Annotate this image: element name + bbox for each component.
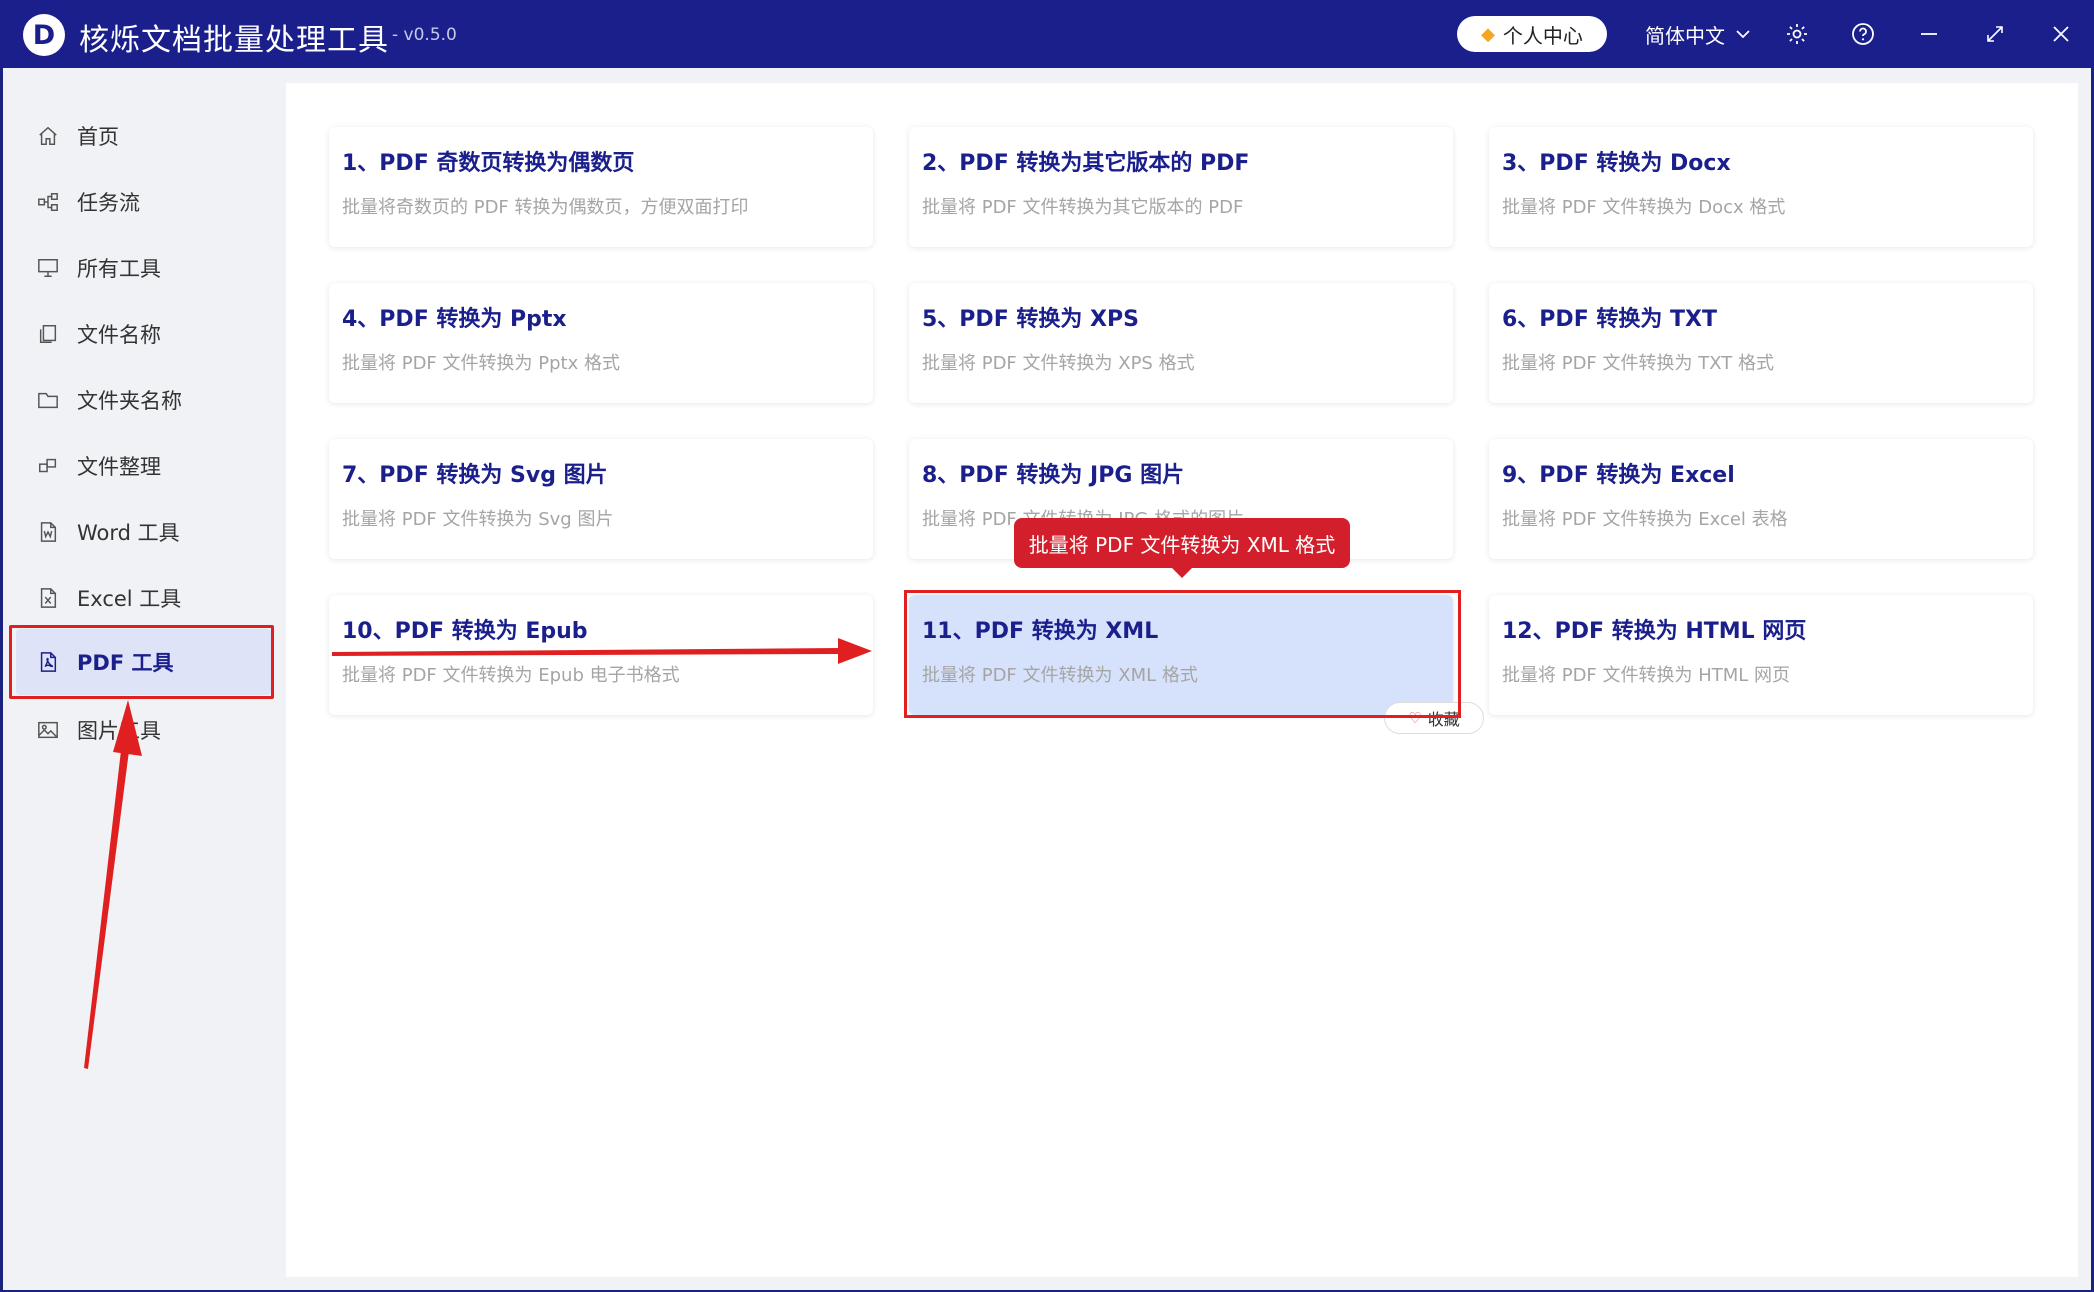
tool-card-pdf-version[interactable]: 2、PDF 转换为其它版本的 PDF 批量将 PDF 文件转换为其它版本的 PD… (909, 127, 1453, 247)
tool-card-pdf-to-excel[interactable]: 9、PDF 转换为 Excel 批量将 PDF 文件转换为 Excel 表格 (1489, 439, 2033, 559)
sidebar-item-all-tools[interactable]: 所有工具 (37, 248, 267, 288)
tool-card-description: 批量将 PDF 文件转换为 HTML 网页 (1502, 665, 1791, 686)
app-logo: D (23, 14, 65, 56)
tool-card-pdf-to-txt[interactable]: 6、PDF 转换为 TXT 批量将 PDF 文件转换为 TXT 格式 (1489, 283, 2033, 403)
sidebar-item-excel-tools[interactable]: Excel 工具 (37, 578, 267, 618)
sidebar-item-image-tools[interactable]: 图片工具 (37, 710, 267, 750)
sidebar-item-home[interactable]: 首页 (37, 116, 267, 156)
maximize-icon[interactable] (1977, 16, 2013, 52)
chevron-down-icon (1735, 23, 1751, 47)
monitor-icon (38, 259, 58, 277)
title-bar: D 核烁文档批量处理工具 - v0.5.0 ◆ 个人中心 简体中文 (0, 0, 2094, 68)
diamond-icon: ◆ (1481, 23, 1495, 45)
close-icon[interactable] (2043, 16, 2079, 52)
word-file-icon (40, 522, 57, 542)
organize-icon (39, 458, 57, 473)
annotation-box-sidebar (9, 625, 274, 699)
annotation-box-card (904, 590, 1461, 718)
image-icon (38, 721, 58, 739)
sidebar-item-label: 文件夹名称 (77, 389, 182, 413)
sidebar-item-label: 图片工具 (77, 719, 161, 743)
excel-file-icon (40, 588, 57, 608)
sidebar-item-file-organize[interactable]: 文件整理 (37, 446, 267, 486)
tool-card-title: 1、PDF 奇数页转换为偶数页 (342, 151, 635, 176)
sidebar-item-file-name[interactable]: 文件名称 (37, 314, 267, 354)
sidebar-item-taskflow[interactable]: 任务流 (37, 182, 267, 222)
user-center-label: 个人中心 (1502, 23, 1583, 48)
sidebar-item-label: 首页 (77, 125, 119, 149)
tool-card-description: 批量将 PDF 文件转换为 TXT 格式 (1502, 353, 1774, 374)
tool-card-pdf-to-epub[interactable]: 10、PDF 转换为 Epub 批量将 PDF 文件转换为 Epub 电子书格式 (329, 595, 873, 715)
tool-tooltip: 批量将 PDF 文件转换为 XML 格式 (1014, 518, 1350, 578)
tool-card-description: 批量将奇数页的 PDF 转换为偶数页，方便双面打印 (342, 197, 749, 218)
tool-card-title: 3、PDF 转换为 Docx (1502, 151, 1731, 176)
tool-card-pdf-to-pptx[interactable]: 4、PDF 转换为 Pptx 批量将 PDF 文件转换为 Pptx 格式 (329, 283, 873, 403)
user-center-button[interactable]: ◆ 个人中心 (1457, 16, 1607, 52)
tool-card-pdf-to-xps[interactable]: 5、PDF 转换为 XPS 批量将 PDF 文件转换为 XPS 格式 (909, 283, 1453, 403)
help-icon[interactable] (1845, 16, 1881, 52)
sidebar-item-label: 所有工具 (77, 257, 161, 281)
tool-card-title: 2、PDF 转换为其它版本的 PDF (922, 151, 1250, 176)
sidebar-item-word-tools[interactable]: Word 工具 (37, 512, 267, 552)
tool-card-title: 4、PDF 转换为 Pptx (342, 307, 567, 332)
tool-card-description: 批量将 PDF 文件转换为 Epub 电子书格式 (342, 665, 680, 686)
gear-icon[interactable] (1779, 16, 1815, 52)
tool-card-description: 批量将 PDF 文件转换为 Docx 格式 (1502, 197, 1786, 218)
tool-card-description: 批量将 PDF 文件转换为其它版本的 PDF (922, 197, 1244, 218)
sidebar-item-label: 文件名称 (77, 323, 161, 347)
tool-card-description: 批量将 PDF 文件转换为 Svg 图片 (342, 509, 614, 530)
tool-card-description: 批量将 PDF 文件转换为 XPS 格式 (922, 353, 1195, 374)
sidebar-item-label: Word 工具 (77, 521, 180, 545)
tool-card-title: 9、PDF 转换为 Excel (1502, 463, 1735, 488)
sidebar-item-folder-name[interactable]: 文件夹名称 (37, 380, 267, 420)
tool-card-description: 批量将 PDF 文件转换为 Pptx 格式 (342, 353, 620, 374)
tool-card-title: 10、PDF 转换为 Epub (342, 619, 588, 644)
flow-icon (38, 193, 58, 211)
tool-card-title: 8、PDF 转换为 JPG 图片 (922, 463, 1185, 488)
tool-card-title: 5、PDF 转换为 XPS (922, 307, 1139, 332)
app-version: - v0.5.0 (392, 25, 457, 45)
sidebar-item-label: 文件整理 (77, 455, 161, 479)
tool-card-title: 12、PDF 转换为 HTML 网页 (1502, 619, 1807, 644)
language-label: 简体中文 (1645, 24, 1725, 48)
tool-card-title: 7、PDF 转换为 Svg 图片 (342, 463, 608, 488)
tool-card-pdf-to-svg[interactable]: 7、PDF 转换为 Svg 图片 批量将 PDF 文件转换为 Svg 图片 (329, 439, 873, 559)
language-select[interactable]: 简体中文 (1645, 20, 1751, 49)
home-icon (39, 126, 57, 145)
file-copy-icon (39, 325, 57, 343)
folder-icon (38, 392, 58, 409)
sidebar-item-label: Excel 工具 (77, 587, 182, 611)
app-title: 核烁文档批量处理工具 (79, 23, 389, 58)
tool-card-description: 批量将 PDF 文件转换为 Excel 表格 (1502, 509, 1788, 530)
tool-card-title: 6、PDF 转换为 TXT (1502, 307, 1718, 332)
sidebar-item-label: 任务流 (77, 191, 140, 215)
minimize-icon[interactable] (1911, 16, 1947, 52)
tool-card-pdf-to-html[interactable]: 12、PDF 转换为 HTML 网页 批量将 PDF 文件转换为 HTML 网页 (1489, 595, 2033, 715)
tool-card-pdf-odd-to-even[interactable]: 1、PDF 奇数页转换为偶数页 批量将奇数页的 PDF 转换为偶数页，方便双面打… (329, 127, 873, 247)
tool-card-pdf-to-docx[interactable]: 3、PDF 转换为 Docx 批量将 PDF 文件转换为 Docx 格式 (1489, 127, 2033, 247)
